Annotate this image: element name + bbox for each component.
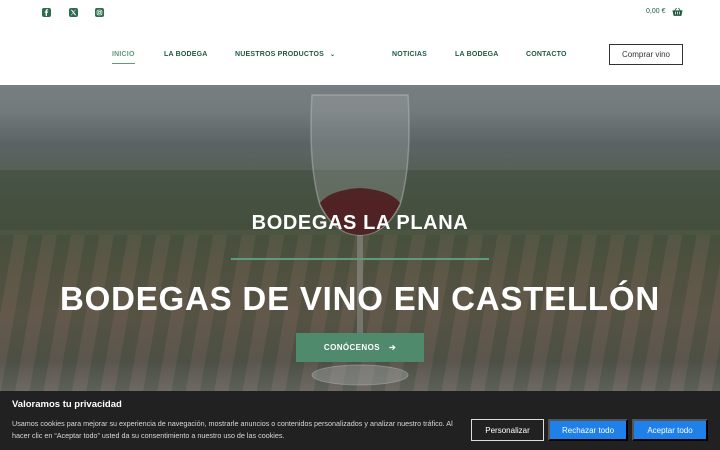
conocenos-label: CONÓCENOS — [323, 343, 380, 352]
nav-item-contacto[interactable]: CONTACTO — [526, 51, 567, 58]
nav-item-noticias[interactable]: NOTICIAS — [392, 51, 427, 58]
cookie-banner: Valoramos tu privacidad Usamos cookies p… — [0, 391, 720, 450]
arrow-right-icon: ➔ — [388, 343, 397, 352]
facebook-icon[interactable] — [42, 8, 51, 17]
conocenos-button[interactable]: CONÓCENOS ➔ — [296, 333, 424, 362]
hero-title: BODEGAS DE VINO EN CASTELLÓN — [60, 280, 660, 317]
nav-item-label: NUESTROS PRODUCTOS — [235, 51, 325, 58]
instagram-icon[interactable] — [95, 8, 104, 17]
shopping-basket-icon[interactable] — [672, 7, 683, 17]
cookie-text: Usamos cookies para mejorar su experienc… — [12, 419, 453, 440]
x-twitter-icon[interactable] — [69, 8, 78, 17]
top-bar: 0,00 € — [0, 0, 720, 26]
customize-cookies-button[interactable]: Personalizar — [471, 419, 544, 441]
hero-subtitle: BODEGAS LA PLANA — [251, 212, 469, 234]
hero-section: BODEGAS LA PLANA BODEGAS DE VINO EN CAST… — [0, 85, 720, 391]
cart-amount[interactable]: 0,00 € — [646, 8, 665, 15]
hero-divider — [231, 258, 489, 260]
nav-item-la-bodega-2[interactable]: LA BODEGA — [455, 51, 499, 58]
nav-item-nuestros-productos[interactable]: NUESTROS PRODUCTOS ⌄ — [235, 51, 335, 58]
active-nav-indicator — [112, 63, 135, 64]
cookie-title: Valoramos tu privacidad — [12, 399, 122, 410]
chevron-down-icon: ⌄ — [330, 52, 336, 58]
buy-wine-button[interactable]: Comprar vino — [609, 44, 683, 65]
reject-all-button[interactable]: Rechazar todo — [548, 419, 628, 441]
nav-item-la-bodega[interactable]: LA BODEGA — [164, 51, 208, 58]
nav-item-inicio[interactable]: INICIO — [112, 51, 135, 58]
accept-all-button[interactable]: Aceptar todo — [632, 419, 708, 441]
